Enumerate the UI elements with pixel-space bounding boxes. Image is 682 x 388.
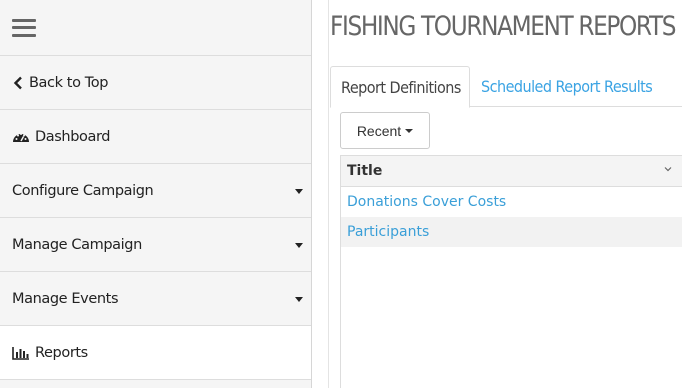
reports-table: Title Donations Cover Costs Participants: [340, 155, 682, 388]
sidebar-item-label: Back to Top: [29, 74, 109, 91]
table-row[interactable]: Participants: [341, 217, 682, 247]
caret-down-icon: [405, 128, 414, 133]
hamburger-menu-icon[interactable]: [12, 18, 36, 37]
recent-filter-dropdown[interactable]: Recent: [340, 112, 430, 149]
caret-down-icon: [295, 188, 303, 194]
tab-scheduled-report-results[interactable]: Scheduled Report Results: [481, 66, 671, 107]
sidebar-item-label: Manage Events: [12, 290, 119, 307]
sidebar-item-label: Reports: [35, 344, 88, 361]
dashboard-icon: [12, 130, 30, 144]
chevron-left-icon: [12, 76, 24, 90]
tab-report-definitions[interactable]: Report Definitions: [330, 66, 470, 108]
sidebar-item-manage-campaign[interactable]: Manage Campaign: [0, 218, 311, 272]
layout-divider: [312, 0, 329, 388]
caret-down-icon: [295, 242, 303, 248]
chevron-down-icon[interactable]: [664, 165, 672, 173]
sidebar-item-manage-events[interactable]: Manage Events: [0, 272, 311, 326]
column-header-title[interactable]: Title: [341, 156, 682, 187]
bar-chart-icon: [12, 346, 30, 360]
sidebar-item-back-to-top[interactable]: Back to Top: [0, 56, 311, 110]
table-row[interactable]: Donations Cover Costs: [341, 187, 682, 217]
report-link[interactable]: Participants: [347, 224, 429, 240]
sidebar-item-label: Dashboard: [35, 128, 111, 145]
caret-down-icon: [295, 296, 303, 302]
sidebar-item-label: Manage Campaign: [12, 236, 142, 253]
sidebar-header: [0, 0, 311, 56]
page-title: FISHING TOURNAMENT REPORTS: [330, 11, 677, 42]
dropdown-label: Recent: [356, 122, 402, 139]
sidebar-item-configure-campaign[interactable]: Configure Campaign: [0, 164, 311, 218]
sidebar: Back to Top Dashboard Configure Campaign…: [0, 0, 312, 388]
sidebar-item-dashboard[interactable]: Dashboard: [0, 110, 311, 164]
main-content: FISHING TOURNAMENT REPORTS Report Defini…: [330, 0, 682, 388]
tab-bar: Report Definitions Scheduled Report Resu…: [330, 66, 682, 108]
sidebar-item-label: Configure Campaign: [12, 182, 154, 199]
sidebar-item-reports[interactable]: Reports: [0, 326, 311, 380]
report-link[interactable]: Donations Cover Costs: [347, 194, 506, 210]
